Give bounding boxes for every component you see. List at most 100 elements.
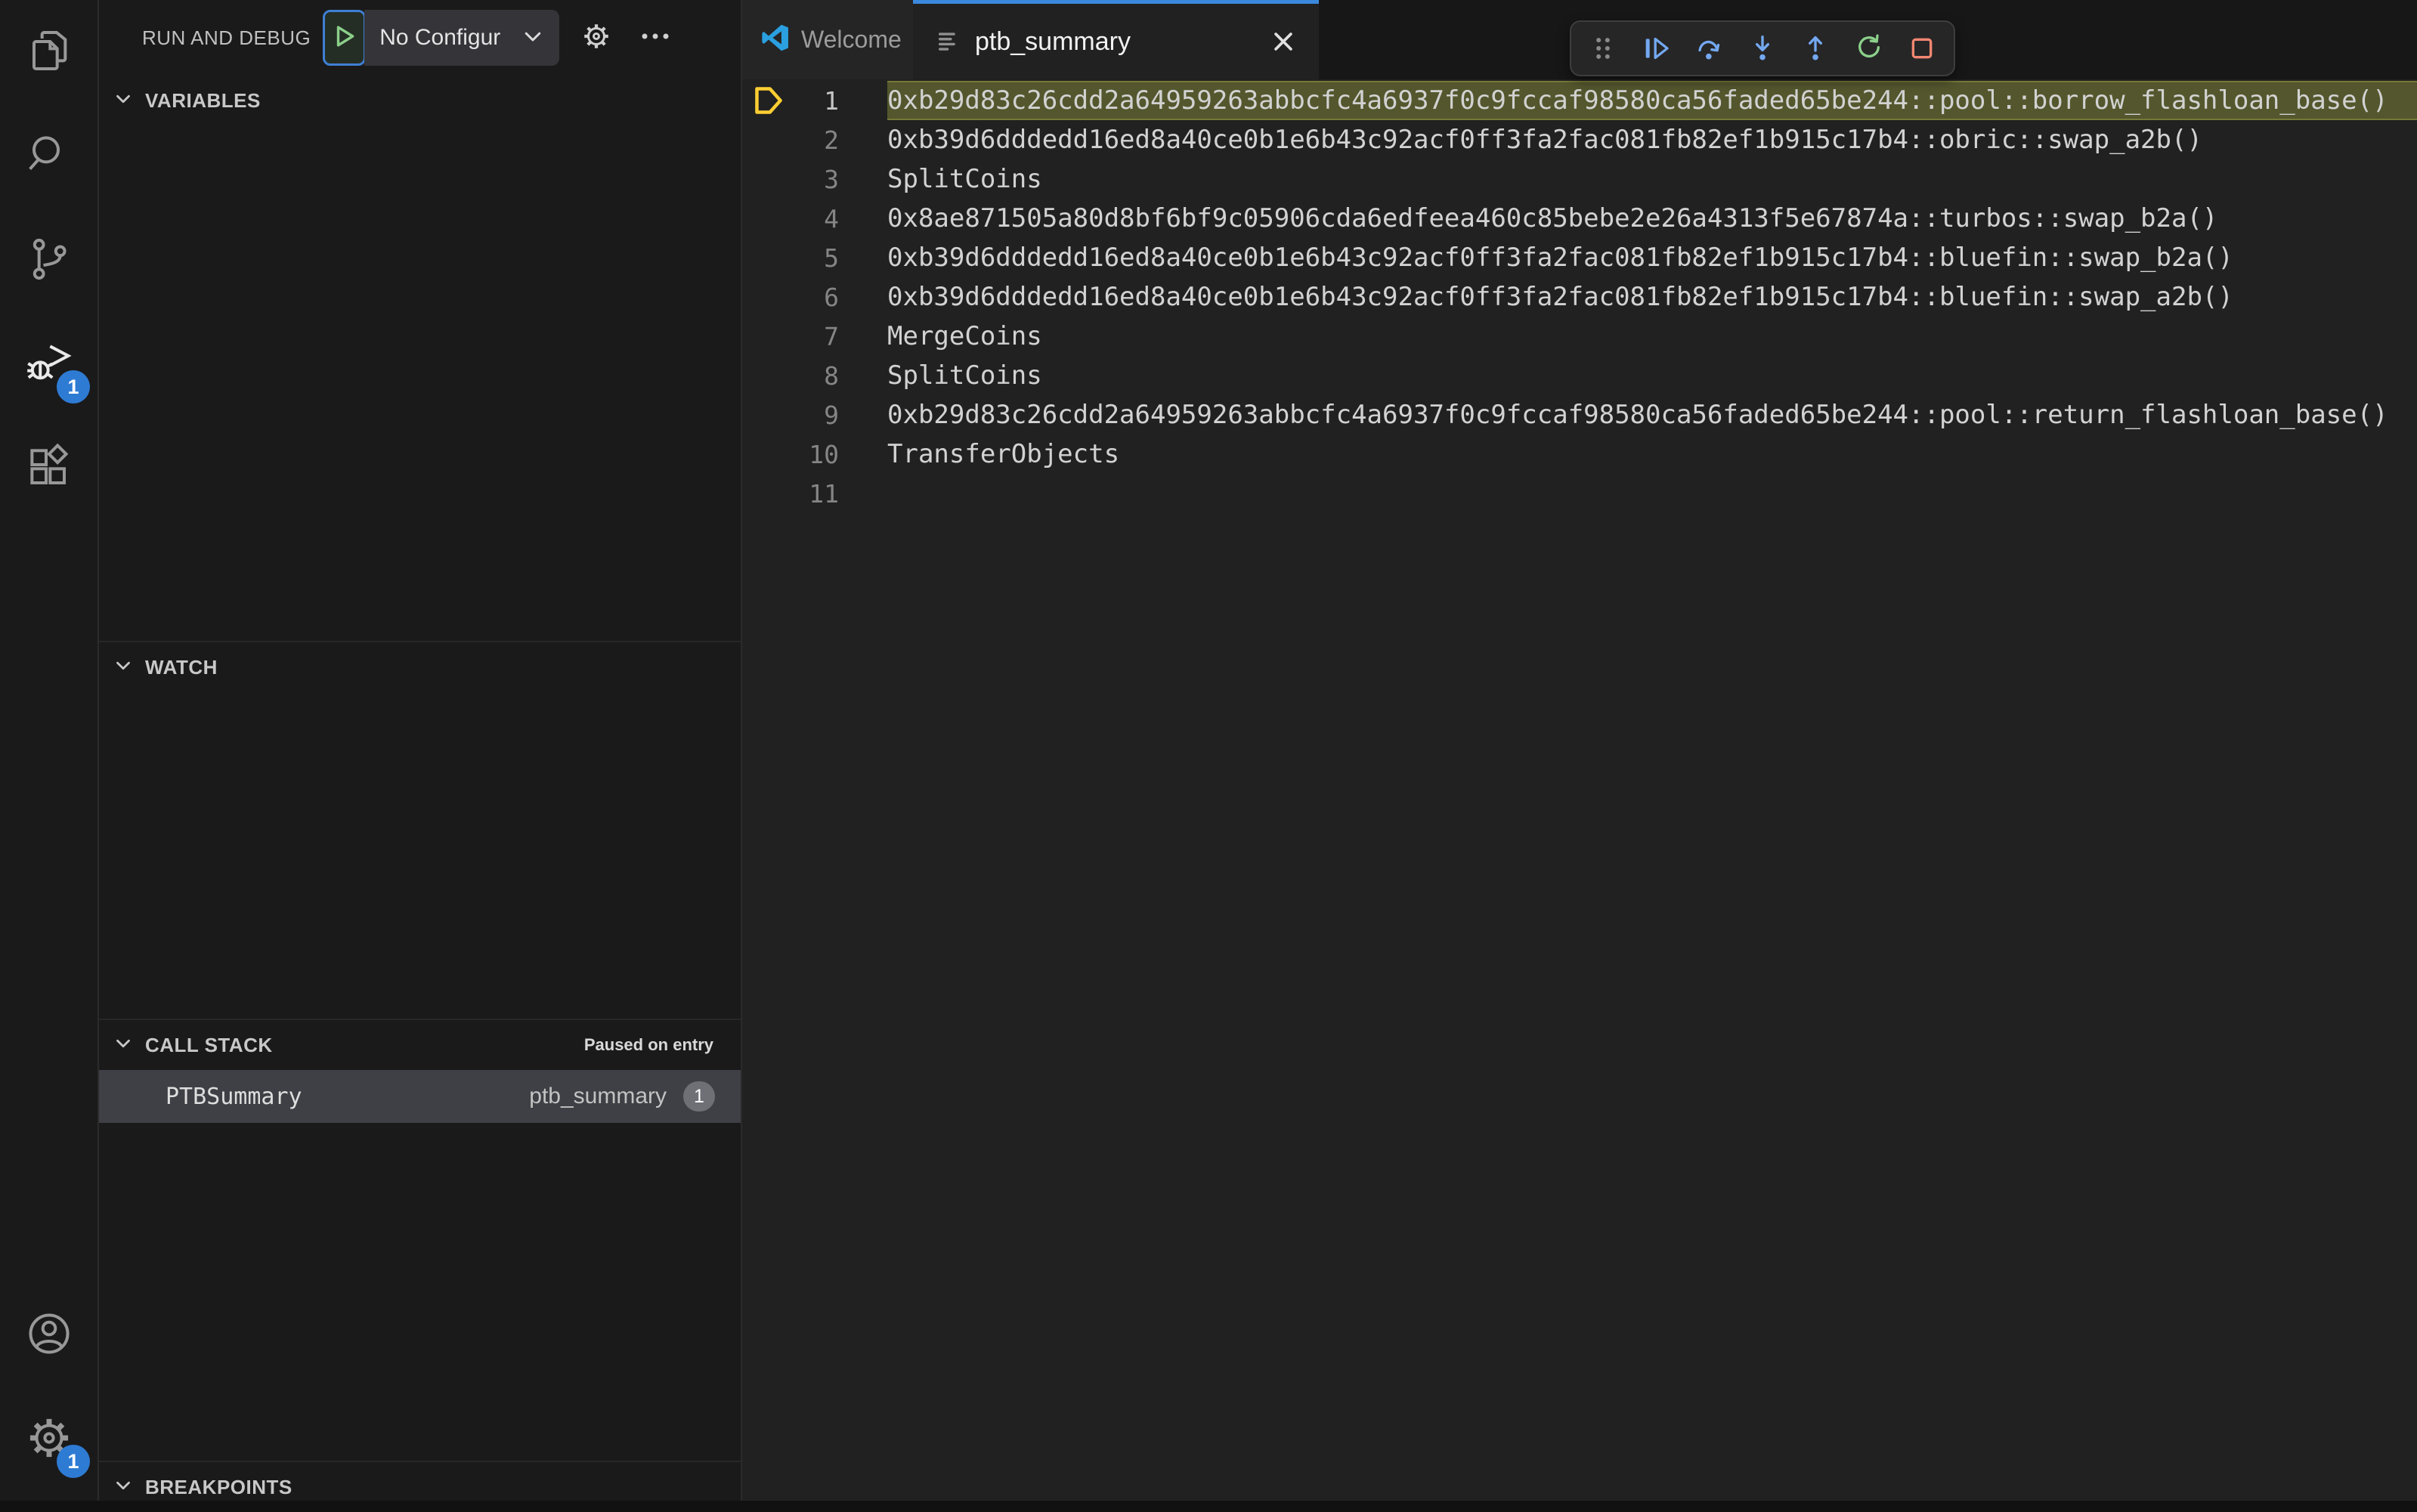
- chevron-down-icon: [112, 1032, 135, 1059]
- line-number: 3: [824, 164, 839, 194]
- watch-section-header[interactable]: WATCH: [99, 642, 741, 692]
- sidebar-item-search[interactable]: [0, 104, 97, 209]
- start-debug-button[interactable]: [323, 10, 367, 66]
- code-text[interactable]: 0xb39d6dddedd16ed8a40ce0b1e6b43c92acf0ff…: [887, 238, 2417, 277]
- tab-ptb-summary[interactable]: ptb_summary: [913, 0, 1319, 79]
- ellipsis-icon: [639, 33, 671, 55]
- stack-frame-row[interactable]: PTBSummary ptb_summary 1: [99, 1070, 741, 1123]
- line-number: 7: [824, 321, 839, 351]
- code-line: 3 SplitCoins: [742, 159, 2417, 199]
- files-icon: [25, 26, 73, 79]
- continue-icon: [1645, 37, 1669, 60]
- account-icon: [25, 1309, 73, 1362]
- line-number: 2: [824, 125, 839, 155]
- breakpoints-section-header[interactable]: BREAKPOINTS: [99, 1462, 741, 1512]
- gear-icon: [580, 23, 612, 55]
- settings-badge: 1: [57, 1445, 90, 1478]
- search-icon: [25, 131, 73, 183]
- code-line: 6 0xb39d6dddedd16ed8a40ce0b1e6b43c92acf0…: [742, 277, 2417, 317]
- code-text[interactable]: SplitCoins: [887, 159, 2417, 199]
- stack-frame-source: ptb_summary: [529, 1084, 667, 1108]
- pause-reason-status: Paused on entry: [583, 1035, 713, 1054]
- restart-icon: [1858, 34, 1880, 57]
- code-text[interactable]: SplitCoins: [887, 356, 2417, 395]
- code-line: 1 0xb29d83c26cdd2a64959263abbcfc4a6937f0…: [742, 81, 2417, 120]
- code-line: 9 0xb29d83c26cdd2a64959263abbcfc4a6937f0…: [742, 395, 2417, 434]
- debug-config-dropdown[interactable]: No Configur: [364, 10, 560, 66]
- tab-label: ptb_summary: [975, 26, 1131, 56]
- code-line: 4 0x8ae871505a80d8bf6bf9c05906cda6edfeea…: [742, 199, 2417, 238]
- chevron-down-icon: [521, 25, 544, 51]
- activity-bar-bottom: 1: [0, 1283, 97, 1501]
- chevron-down-icon: [112, 654, 135, 681]
- sidebar-item-run-and-debug[interactable]: 1: [0, 313, 97, 417]
- code-text[interactable]: [887, 474, 2417, 513]
- play-icon: [332, 23, 357, 53]
- sidebar-item-extensions[interactable]: [0, 417, 97, 521]
- extensions-icon: [25, 443, 73, 496]
- run-and-debug-sidebar: RUN AND DEBUG No Configur VARIABLES WATC…: [99, 0, 741, 1501]
- line-number: 5: [824, 243, 839, 273]
- vscode-logo-icon: [762, 24, 789, 55]
- code-text[interactable]: MergeCoins: [887, 317, 2417, 356]
- line-number: 11: [809, 478, 839, 509]
- sidebar-title: RUN AND DEBUG: [142, 26, 311, 49]
- accounts-button[interactable]: [0, 1283, 97, 1387]
- activity-bar-top: 1: [0, 0, 97, 521]
- toolbar-drag-handle[interactable]: [1588, 33, 1618, 63]
- code-text[interactable]: 0xb29d83c26cdd2a64959263abbcfc4a6937f0c9…: [887, 81, 2417, 120]
- code-line: 8 SplitCoins: [742, 356, 2417, 395]
- vscode-window: 1 1 RUN AND DEBUG No Configur VARIABLES …: [0, 0, 2417, 1501]
- step-over-icon: [1697, 40, 1719, 60]
- editor-group: Welcome ptb_summary 1 0xb29d83c26cdd2a64…: [741, 0, 2417, 1501]
- code-text[interactable]: 0x8ae871505a80d8bf6bf9c05906cda6edfeea46…: [887, 199, 2417, 238]
- views-more-actions-button[interactable]: [639, 20, 671, 56]
- step-over-button[interactable]: [1694, 33, 1725, 63]
- restart-button[interactable]: [1854, 33, 1884, 63]
- debug-sessions-badge: 1: [57, 370, 90, 404]
- step-into-button[interactable]: [1747, 33, 1778, 63]
- variables-section-header[interactable]: VARIABLES: [99, 76, 741, 125]
- debug-config-label: No Configur: [379, 25, 501, 50]
- debug-toolbar: [1570, 20, 1955, 76]
- file-lines-icon: [938, 32, 955, 51]
- code-text[interactable]: 0xb39d6dddedd16ed8a40ce0b1e6b43c92acf0ff…: [887, 120, 2417, 159]
- code-text[interactable]: 0xb39d6dddedd16ed8a40ce0b1e6b43c92acf0ff…: [887, 277, 2417, 317]
- call-stack-section-header[interactable]: CALL STACK Paused on entry: [99, 1020, 741, 1070]
- step-out-icon: [1809, 36, 1823, 60]
- section-label: VARIABLES: [145, 88, 261, 112]
- tab-welcome[interactable]: Welcome: [742, 0, 913, 79]
- line-number: 9: [824, 400, 839, 430]
- code-editor[interactable]: 1 0xb29d83c26cdd2a64959263abbcfc4a6937f0…: [742, 79, 2417, 1501]
- manage-button[interactable]: 1: [0, 1387, 97, 1492]
- watch-section: WATCH: [99, 641, 741, 1019]
- continue-button[interactable]: [1641, 33, 1671, 63]
- sidebar-header: RUN AND DEBUG No Configur: [99, 0, 741, 76]
- step-out-button[interactable]: [1800, 33, 1831, 63]
- stack-frame-badge: 1: [683, 1081, 715, 1112]
- variables-section: VARIABLES: [99, 76, 741, 641]
- activity-bar: 1 1: [0, 0, 99, 1501]
- sidebar-item-source-control[interactable]: [0, 209, 97, 313]
- line-number: 6: [824, 282, 839, 312]
- close-icon[interactable]: [1270, 29, 1296, 54]
- line-number: 4: [824, 203, 839, 233]
- chevron-down-icon: [112, 1474, 135, 1501]
- debug-launch-control: No Configur: [323, 10, 560, 66]
- stop-button[interactable]: [1907, 33, 1937, 63]
- code-text[interactable]: 0xb29d83c26cdd2a64959263abbcfc4a6937f0c9…: [887, 395, 2417, 434]
- open-launch-json-button[interactable]: [580, 20, 612, 56]
- sidebar-item-explorer[interactable]: [0, 0, 97, 104]
- code-line: 5 0xb39d6dddedd16ed8a40ce0b1e6b43c92acf0…: [742, 238, 2417, 277]
- execution-pointer-icon: [742, 86, 789, 115]
- line-number: 8: [824, 360, 839, 391]
- stack-frame-name: PTBSummary: [166, 1083, 302, 1110]
- step-into-icon: [1755, 36, 1769, 60]
- call-stack-section: CALL STACK Paused on entry PTBSummary pt…: [99, 1019, 741, 1461]
- tab-label: Welcome: [801, 26, 902, 53]
- code-text[interactable]: TransferObjects: [887, 434, 2417, 474]
- code-line: 10 TransferObjects: [742, 434, 2417, 474]
- line-number: 10: [809, 439, 839, 469]
- code-line: 2 0xb39d6dddedd16ed8a40ce0b1e6b43c92acf0…: [742, 120, 2417, 159]
- section-label: BREAKPOINTS: [145, 1475, 292, 1498]
